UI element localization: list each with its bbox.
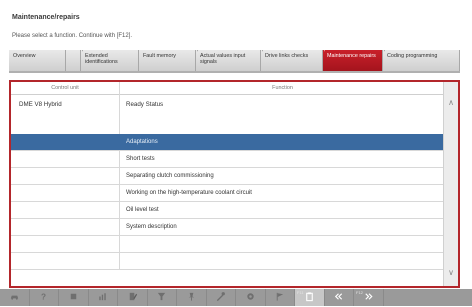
tools-button[interactable] [207, 289, 236, 307]
clipboard-icon [304, 289, 315, 307]
tab-marker: ' [262, 50, 263, 56]
list-icon [68, 289, 79, 307]
fkey-label: F11 [297, 290, 304, 295]
function-row-oil-level-test[interactable]: Oil level test [11, 202, 446, 219]
svg-text:?: ? [41, 292, 46, 301]
function-row-short-tests[interactable]: Short tests [11, 151, 446, 168]
document-edit-button[interactable] [118, 289, 148, 306]
list-button[interactable] [59, 289, 89, 306]
filter-button[interactable] [148, 289, 177, 307]
scroll-up-icon[interactable]: ∧ [446, 98, 456, 108]
flag-button[interactable] [266, 289, 295, 307]
pin-icon [186, 289, 197, 307]
tab-drive-links-checks[interactable]: ' Drive links checks [261, 50, 323, 71]
pin-button[interactable] [177, 289, 207, 306]
tab-marker: ' [197, 50, 198, 56]
flag-icon [274, 289, 285, 307]
function-row-system-description[interactable]: System description [11, 219, 446, 236]
tools-icon [215, 289, 226, 307]
car-icon [9, 289, 20, 307]
tab-marker: ' [384, 50, 385, 56]
bottom-toolbar: ? F11 F12 [0, 289, 472, 306]
back-icon [333, 289, 344, 307]
chart-button[interactable] [89, 289, 118, 307]
tab-marker: ' [82, 50, 83, 56]
chart-icon [97, 289, 108, 307]
ready-status: Ready Status [126, 101, 164, 108]
function-row-coolant-circuit[interactable]: Working on the high-temperature coolant … [11, 185, 446, 202]
page-subtitle: Please select a function. Continue with … [12, 33, 133, 39]
column-divider [119, 82, 120, 134]
tab-extended-identifications[interactable]: ' Extended identifications [81, 50, 139, 71]
function-row-empty [11, 253, 446, 270]
function-row-separating-clutch[interactable]: Separating clutch commissioning [11, 168, 446, 185]
function-row-adaptations[interactable]: Adaptations [11, 134, 446, 151]
clipboard-button[interactable]: F11 [295, 289, 325, 306]
control-unit-name: DME V8 Hybrid [19, 101, 62, 108]
help-button[interactable]: ? [30, 289, 59, 307]
column-header-function: Function [119, 82, 446, 95]
car-button[interactable] [0, 289, 30, 306]
back-button[interactable] [325, 289, 354, 307]
tab-bar: Overview ' Extended identifications Fault… [9, 50, 460, 73]
tab-actual-values[interactable]: ' Actual values input signals [196, 50, 261, 71]
tab-maintenance-repairs[interactable]: ' Maintenance repairs [323, 50, 383, 71]
page-title: Maintenance/repairs [12, 14, 80, 21]
fkey-label: F12 [356, 290, 363, 295]
tab-overview[interactable]: Overview [9, 50, 66, 71]
scroll-down-icon[interactable]: ∨ [446, 268, 456, 278]
forward-icon [363, 289, 374, 307]
filter-icon [156, 289, 167, 307]
function-panel: Control unit Function DME V8 Hybrid Read… [9, 80, 460, 288]
page-header: Maintenance/repairs Please select a func… [0, 0, 472, 44]
help-icon: ? [38, 289, 49, 307]
settings-icon [245, 289, 256, 307]
document-edit-icon [127, 289, 138, 307]
tab-spacer [66, 50, 81, 71]
settings-button[interactable] [236, 289, 266, 306]
tab-coding-programming[interactable]: ' Coding programming [383, 50, 460, 71]
tab-fault-memory[interactable]: Fault memory [139, 50, 196, 71]
tab-marker: ' [324, 50, 325, 56]
forward-button[interactable]: F12 [354, 289, 384, 306]
function-list: Adaptations Short tests Separating clutc… [11, 134, 446, 270]
vertical-scrollbar[interactable]: ∧ ∨ [443, 82, 458, 286]
column-header-control-unit: Control unit [11, 82, 119, 95]
function-row-empty [11, 236, 446, 253]
